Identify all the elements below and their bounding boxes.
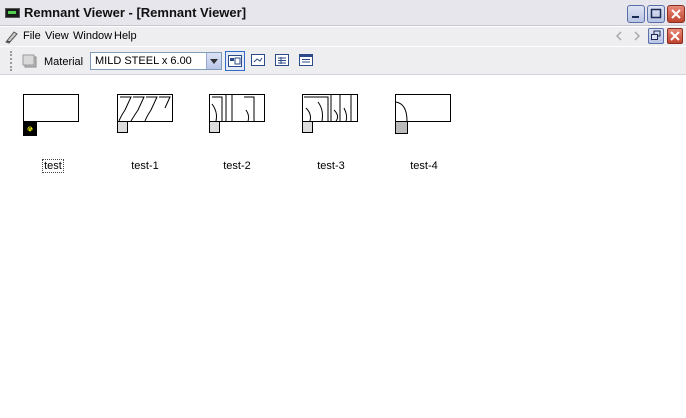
app-icon — [5, 8, 20, 18]
material-select-value: MILD STEEL x 6.00 — [95, 55, 192, 67]
remnant-thumbnail[interactable]: 6 — [18, 94, 88, 154]
restore-document-button[interactable] — [648, 28, 664, 44]
details-view-button[interactable] — [297, 51, 317, 71]
menu-help[interactable]: Help — [114, 30, 137, 42]
chevron-down-icon[interactable] — [206, 53, 221, 69]
remnant-label[interactable]: test-4 — [389, 160, 459, 172]
list-view-button[interactable] — [273, 51, 293, 71]
scroll-right-icon[interactable] — [629, 28, 645, 44]
menu-file[interactable]: File — [23, 30, 41, 42]
remnant-thumbnail[interactable] — [296, 94, 366, 154]
title-bar: Remnant Viewer - [Remnant Viewer] — [0, 0, 686, 26]
toolbar-grip[interactable] — [10, 51, 14, 71]
toolbar: Material MILD STEEL x 6.00 — [0, 47, 686, 75]
document-logo-icon — [5, 31, 18, 44]
remnant-list-view[interactable]: 6 test test-1 test-2 test-3 test-4 — [0, 76, 686, 418]
scroll-left-icon[interactable] — [611, 28, 627, 44]
remnant-thumbnail[interactable] — [202, 94, 272, 154]
material-label: Material — [44, 56, 84, 68]
window-title: Remnant Viewer - [Remnant Viewer] — [24, 5, 247, 20]
remnant-label[interactable]: test-2 — [202, 160, 272, 172]
remnant-thumbnail[interactable] — [109, 94, 179, 154]
remnant-label[interactable]: test — [18, 159, 88, 173]
maximize-button[interactable] — [647, 5, 665, 23]
menu-bar: File View Window Help — [0, 27, 686, 46]
close-document-button[interactable] — [667, 28, 683, 44]
large-icons-view-button[interactable] — [225, 51, 245, 71]
minimize-button[interactable] — [627, 5, 645, 23]
thumbnail-badge: 6 — [28, 127, 32, 134]
close-button[interactable] — [667, 5, 685, 23]
material-select[interactable]: MILD STEEL x 6.00 — [90, 52, 222, 70]
material-sheet-icon[interactable] — [21, 52, 39, 70]
remnant-label[interactable]: test-1 — [110, 160, 180, 172]
menu-window[interactable]: Window — [73, 30, 112, 42]
menu-view[interactable]: View — [45, 30, 69, 42]
remnant-label[interactable]: test-3 — [296, 160, 366, 172]
small-icons-view-button[interactable] — [249, 51, 269, 71]
remnant-thumbnail[interactable] — [389, 94, 459, 154]
